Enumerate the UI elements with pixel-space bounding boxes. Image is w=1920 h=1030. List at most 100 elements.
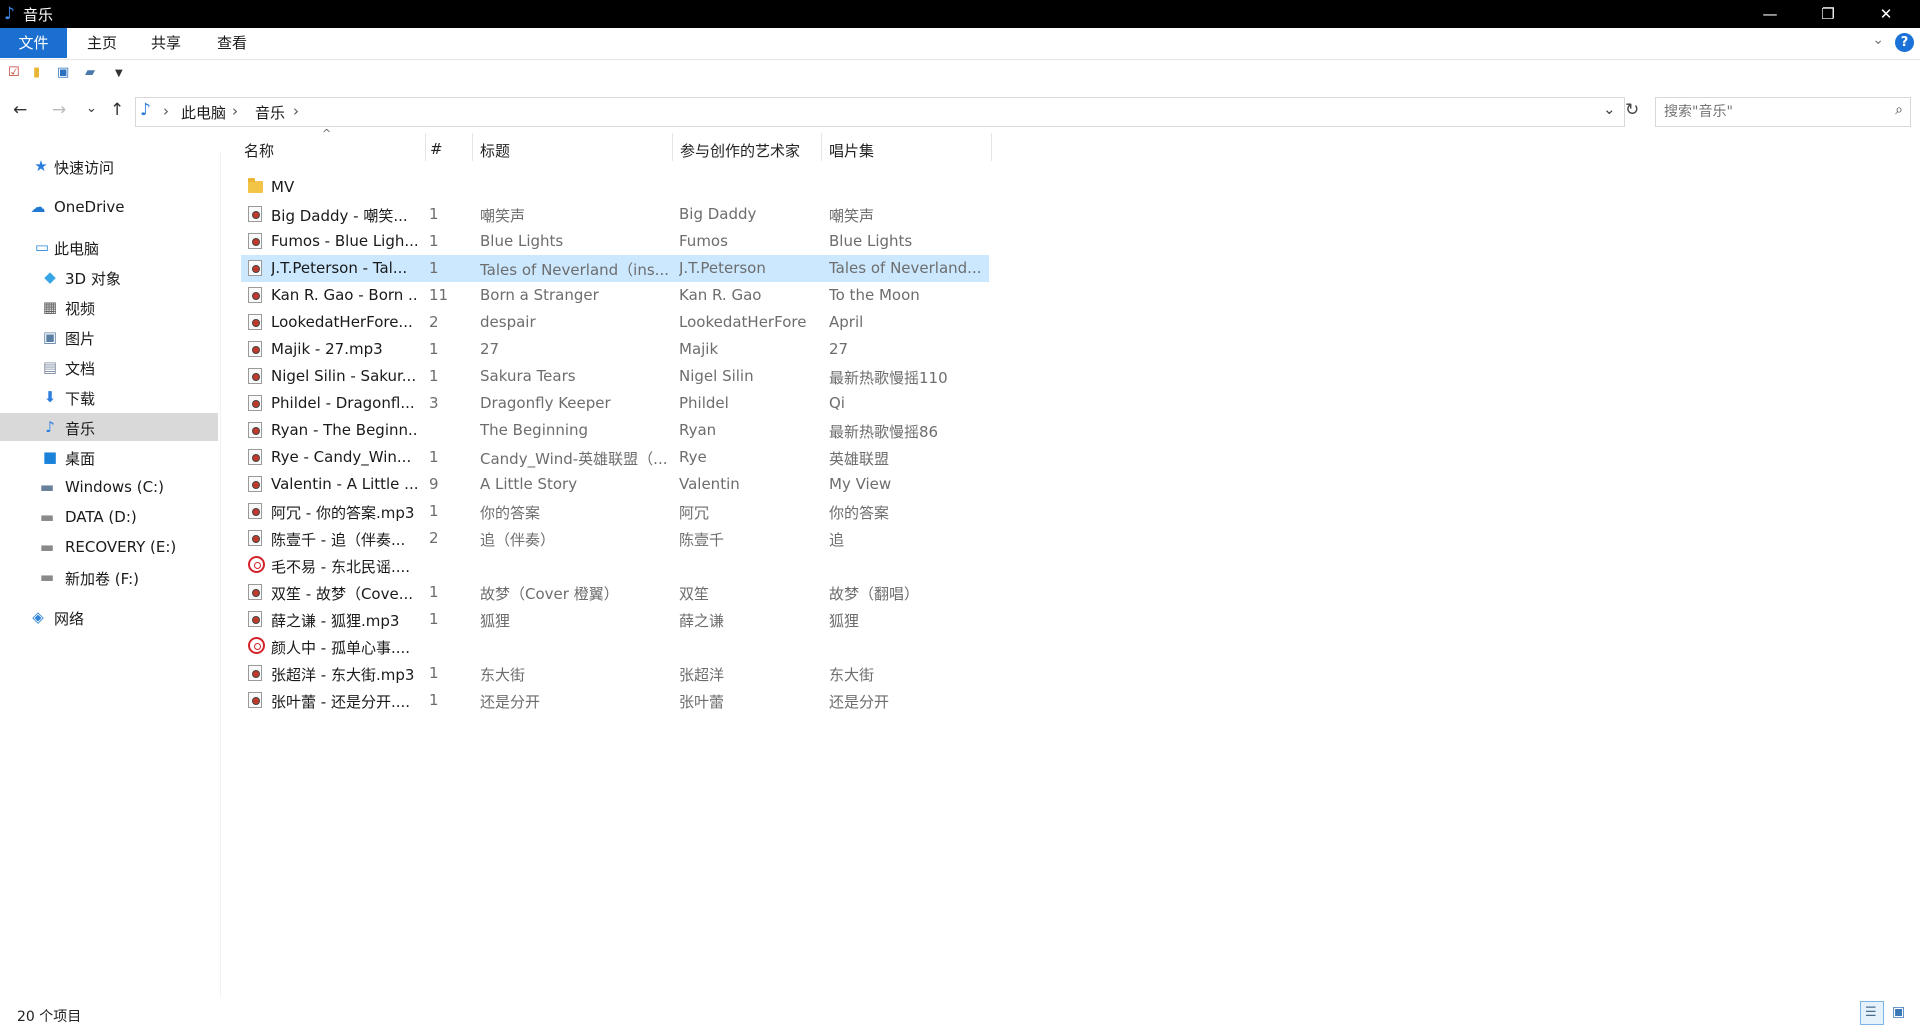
track-album: To the Moon xyxy=(829,286,920,304)
column-header-number[interactable]: # xyxy=(426,131,473,165)
file-row[interactable]: Valentin - A Little ... 9 A Little Story Va… xyxy=(241,471,989,498)
audio-file-icon xyxy=(248,476,262,492)
track-album: 狐狸 xyxy=(829,612,860,630)
file-row[interactable]: Kan R. Gao - Born ... 11 Born a Stranger Ka… xyxy=(241,282,989,309)
sidebar-item-label: 此电脑 xyxy=(54,240,100,258)
search-icon[interactable]: ⌕ xyxy=(1895,102,1903,118)
sidebar-item[interactable]: ◆ 3D 对象 xyxy=(0,263,218,291)
search-box[interactable]: ⌕ xyxy=(1655,97,1911,127)
file-name: 张叶蕾 - 还是分开.... xyxy=(271,693,411,711)
forward-button[interactable]: → xyxy=(52,100,66,120)
chevron-down-icon[interactable]: ⌄ xyxy=(1872,32,1884,48)
tab-file[interactable]: 文件 xyxy=(0,28,67,58)
file-row[interactable]: MV xyxy=(241,174,989,201)
sidebar-item[interactable]: ★ 快速访问 xyxy=(0,152,218,180)
sidebar-item[interactable]: ▬ 新加卷 (F:) xyxy=(0,563,218,591)
sidebar-item[interactable]: ▤ 文档 xyxy=(0,353,218,381)
crumb-this-pc[interactable]: 此电脑 xyxy=(181,102,226,123)
file-row[interactable]: 陈壹千 - 追（伴奏... 2 追（伴奏） 陈壹千 追 xyxy=(241,525,989,552)
large-icons-view-button[interactable]: ▣ xyxy=(1888,1001,1912,1025)
column-header-name[interactable]: 名称 xyxy=(236,131,426,165)
sidebar-item-label: 新加卷 (F:) xyxy=(65,570,139,588)
new-folder-icon[interactable]: ▮ xyxy=(33,65,40,80)
up-button[interactable]: ↑ xyxy=(110,100,124,120)
track-artist: J.T.Peterson xyxy=(679,259,766,277)
sidebar-item[interactable]: ◈ 网络 xyxy=(0,603,218,631)
music-note-icon: ♪ xyxy=(140,100,151,120)
crumb-music[interactable]: 音乐 xyxy=(255,102,285,123)
sidebar-item[interactable]: ▣ 图片 xyxy=(0,323,218,351)
file-row[interactable]: LookedatHerFore... 2 despair LookedatHerFor… xyxy=(241,309,989,336)
customize-toolbar-icon[interactable]: ▼ xyxy=(115,68,123,79)
track-title: 故梦（Cover 橙翼） xyxy=(480,585,619,603)
address-dropdown-button[interactable]: ⌄ xyxy=(1603,100,1616,118)
tab-view[interactable]: 查看 xyxy=(207,28,257,58)
back-button[interactable]: ← xyxy=(13,100,27,120)
audio-file-icon xyxy=(248,449,262,465)
sidebar-item[interactable]: ♪ 音乐 xyxy=(0,413,218,441)
file-row[interactable]: 阿冗 - 你的答案.mp3 1 你的答案 阿冗 你的答案 xyxy=(241,498,989,525)
refresh-button[interactable]: ↻ xyxy=(1625,100,1639,120)
sidebar-item[interactable]: ▬ Windows (C:) xyxy=(0,473,218,501)
file-row[interactable]: 薛之谦 - 狐狸.mp3 1 狐狸 薛之谦 狐狸 xyxy=(241,606,989,633)
file-row[interactable]: J.T.Peterson - Tal... 1 Tales of Neverland… xyxy=(241,255,989,282)
sidebar-item[interactable]: ■ 桌面 xyxy=(0,443,218,471)
sidebar-item[interactable]: ▦ 视频 xyxy=(0,293,218,321)
tab-share[interactable]: 共享 xyxy=(141,28,191,58)
file-row[interactable]: Majik - 27.mp3 1 27 Majik 27 xyxy=(241,336,989,363)
details-view-button[interactable]: ☰ xyxy=(1860,1001,1884,1025)
recent-locations-button[interactable]: ⌄ xyxy=(86,101,97,116)
file-row[interactable]: 双笙 - 故梦（Cove... 1 故梦（Cover 橙翼） 双笙 故梦（翻唱） xyxy=(241,579,989,606)
file-row[interactable]: Phildel - Dragonfl... 3 Dragonfly Keeper Ph… xyxy=(241,390,989,417)
file-row[interactable]: Big Daddy - 嘲笑... 1 嘲笑声 Big Daddy 嘲笑声 xyxy=(241,201,989,228)
restore-button[interactable]: ❐ xyxy=(1799,0,1857,28)
file-row[interactable]: Ryan - The Beginn... The Beginning Ryan 最新热… xyxy=(241,417,989,444)
column-header-artist[interactable]: 参与创作的艺术家 xyxy=(673,131,822,165)
file-row[interactable]: 毛不易 - 东北民谣.... xyxy=(241,552,989,579)
file-name: 双笙 - 故梦（Cove... xyxy=(271,585,414,603)
map-drive-icon[interactable]: ▣ xyxy=(57,65,69,80)
file-name: 薛之谦 - 狐狸.mp3 xyxy=(271,612,400,630)
tab-home[interactable]: 主页 xyxy=(77,28,127,58)
file-row[interactable]: Nigel Silin - Sakur... 1 Sakura Tears Nigel… xyxy=(241,363,989,390)
picture-icon: ▣ xyxy=(42,328,58,346)
disconnect-drive-icon[interactable]: ▰ xyxy=(85,65,95,80)
close-button[interactable]: ✕ xyxy=(1857,0,1915,28)
computer-icon: ▭ xyxy=(34,238,50,256)
track-artist: Ryan xyxy=(679,421,717,439)
file-row[interactable]: Fumos - Blue Ligh... 1 Blue Lights Fumos Blu… xyxy=(241,228,989,255)
audio-file-icon xyxy=(248,260,262,276)
crumb-separator[interactable]: › xyxy=(163,102,169,120)
sidebar-item[interactable]: ⬇ 下载 xyxy=(0,383,218,411)
track-title: despair xyxy=(480,313,536,331)
column-header-title[interactable]: 标题 xyxy=(473,131,673,165)
file-name: 阿冗 - 你的答案.mp3 xyxy=(271,504,415,522)
search-input[interactable] xyxy=(1662,101,1881,123)
column-header-album[interactable]: 唱片集 xyxy=(822,131,992,165)
crumb-separator[interactable]: › xyxy=(232,102,238,120)
track-artist: 阿冗 xyxy=(679,504,710,522)
track-title: 狐狸 xyxy=(480,612,511,630)
sidebar-item[interactable]: ▭ 此电脑 xyxy=(0,233,218,261)
minimize-button[interactable]: — xyxy=(1741,0,1799,28)
address-bar[interactable]: ♪ › 此电脑 › 音乐 › ⌄ xyxy=(135,97,1625,127)
audio-file-icon xyxy=(248,341,262,357)
track-number: 1 xyxy=(429,367,439,385)
file-row[interactable]: 张叶蕾 - 还是分开.... 1 还是分开 张叶蕾 还是分开 xyxy=(241,687,989,714)
sidebar-item[interactable]: ▬ RECOVERY (E:) xyxy=(0,533,218,561)
network-icon: ◈ xyxy=(32,608,44,626)
file-row[interactable]: 颜人中 - 孤单心事.... xyxy=(241,633,989,660)
file-name: J.T.Peterson - Tal... xyxy=(271,259,408,277)
help-icon[interactable]: ? xyxy=(1895,33,1914,52)
track-number: 1 xyxy=(429,691,439,709)
drive-icon: ▬ xyxy=(39,538,55,556)
track-number: 2 xyxy=(429,313,439,331)
sidebar-item[interactable]: ▬ DATA (D:) xyxy=(0,503,218,531)
properties-icon[interactable]: ☑ xyxy=(8,65,20,80)
sidebar-item-label: 文档 xyxy=(65,360,96,378)
crumb-separator[interactable]: › xyxy=(293,102,299,120)
file-row[interactable]: Rye - Candy_Win... 1 Candy_Wind-英雄联盟（... Ry… xyxy=(241,444,989,471)
sidebar-item[interactable]: ☁ OneDrive xyxy=(0,193,218,221)
track-album: 故梦（翻唱） xyxy=(829,585,920,603)
file-row[interactable]: 张超洋 - 东大街.mp3 1 东大街 张超洋 东大街 xyxy=(241,660,989,687)
